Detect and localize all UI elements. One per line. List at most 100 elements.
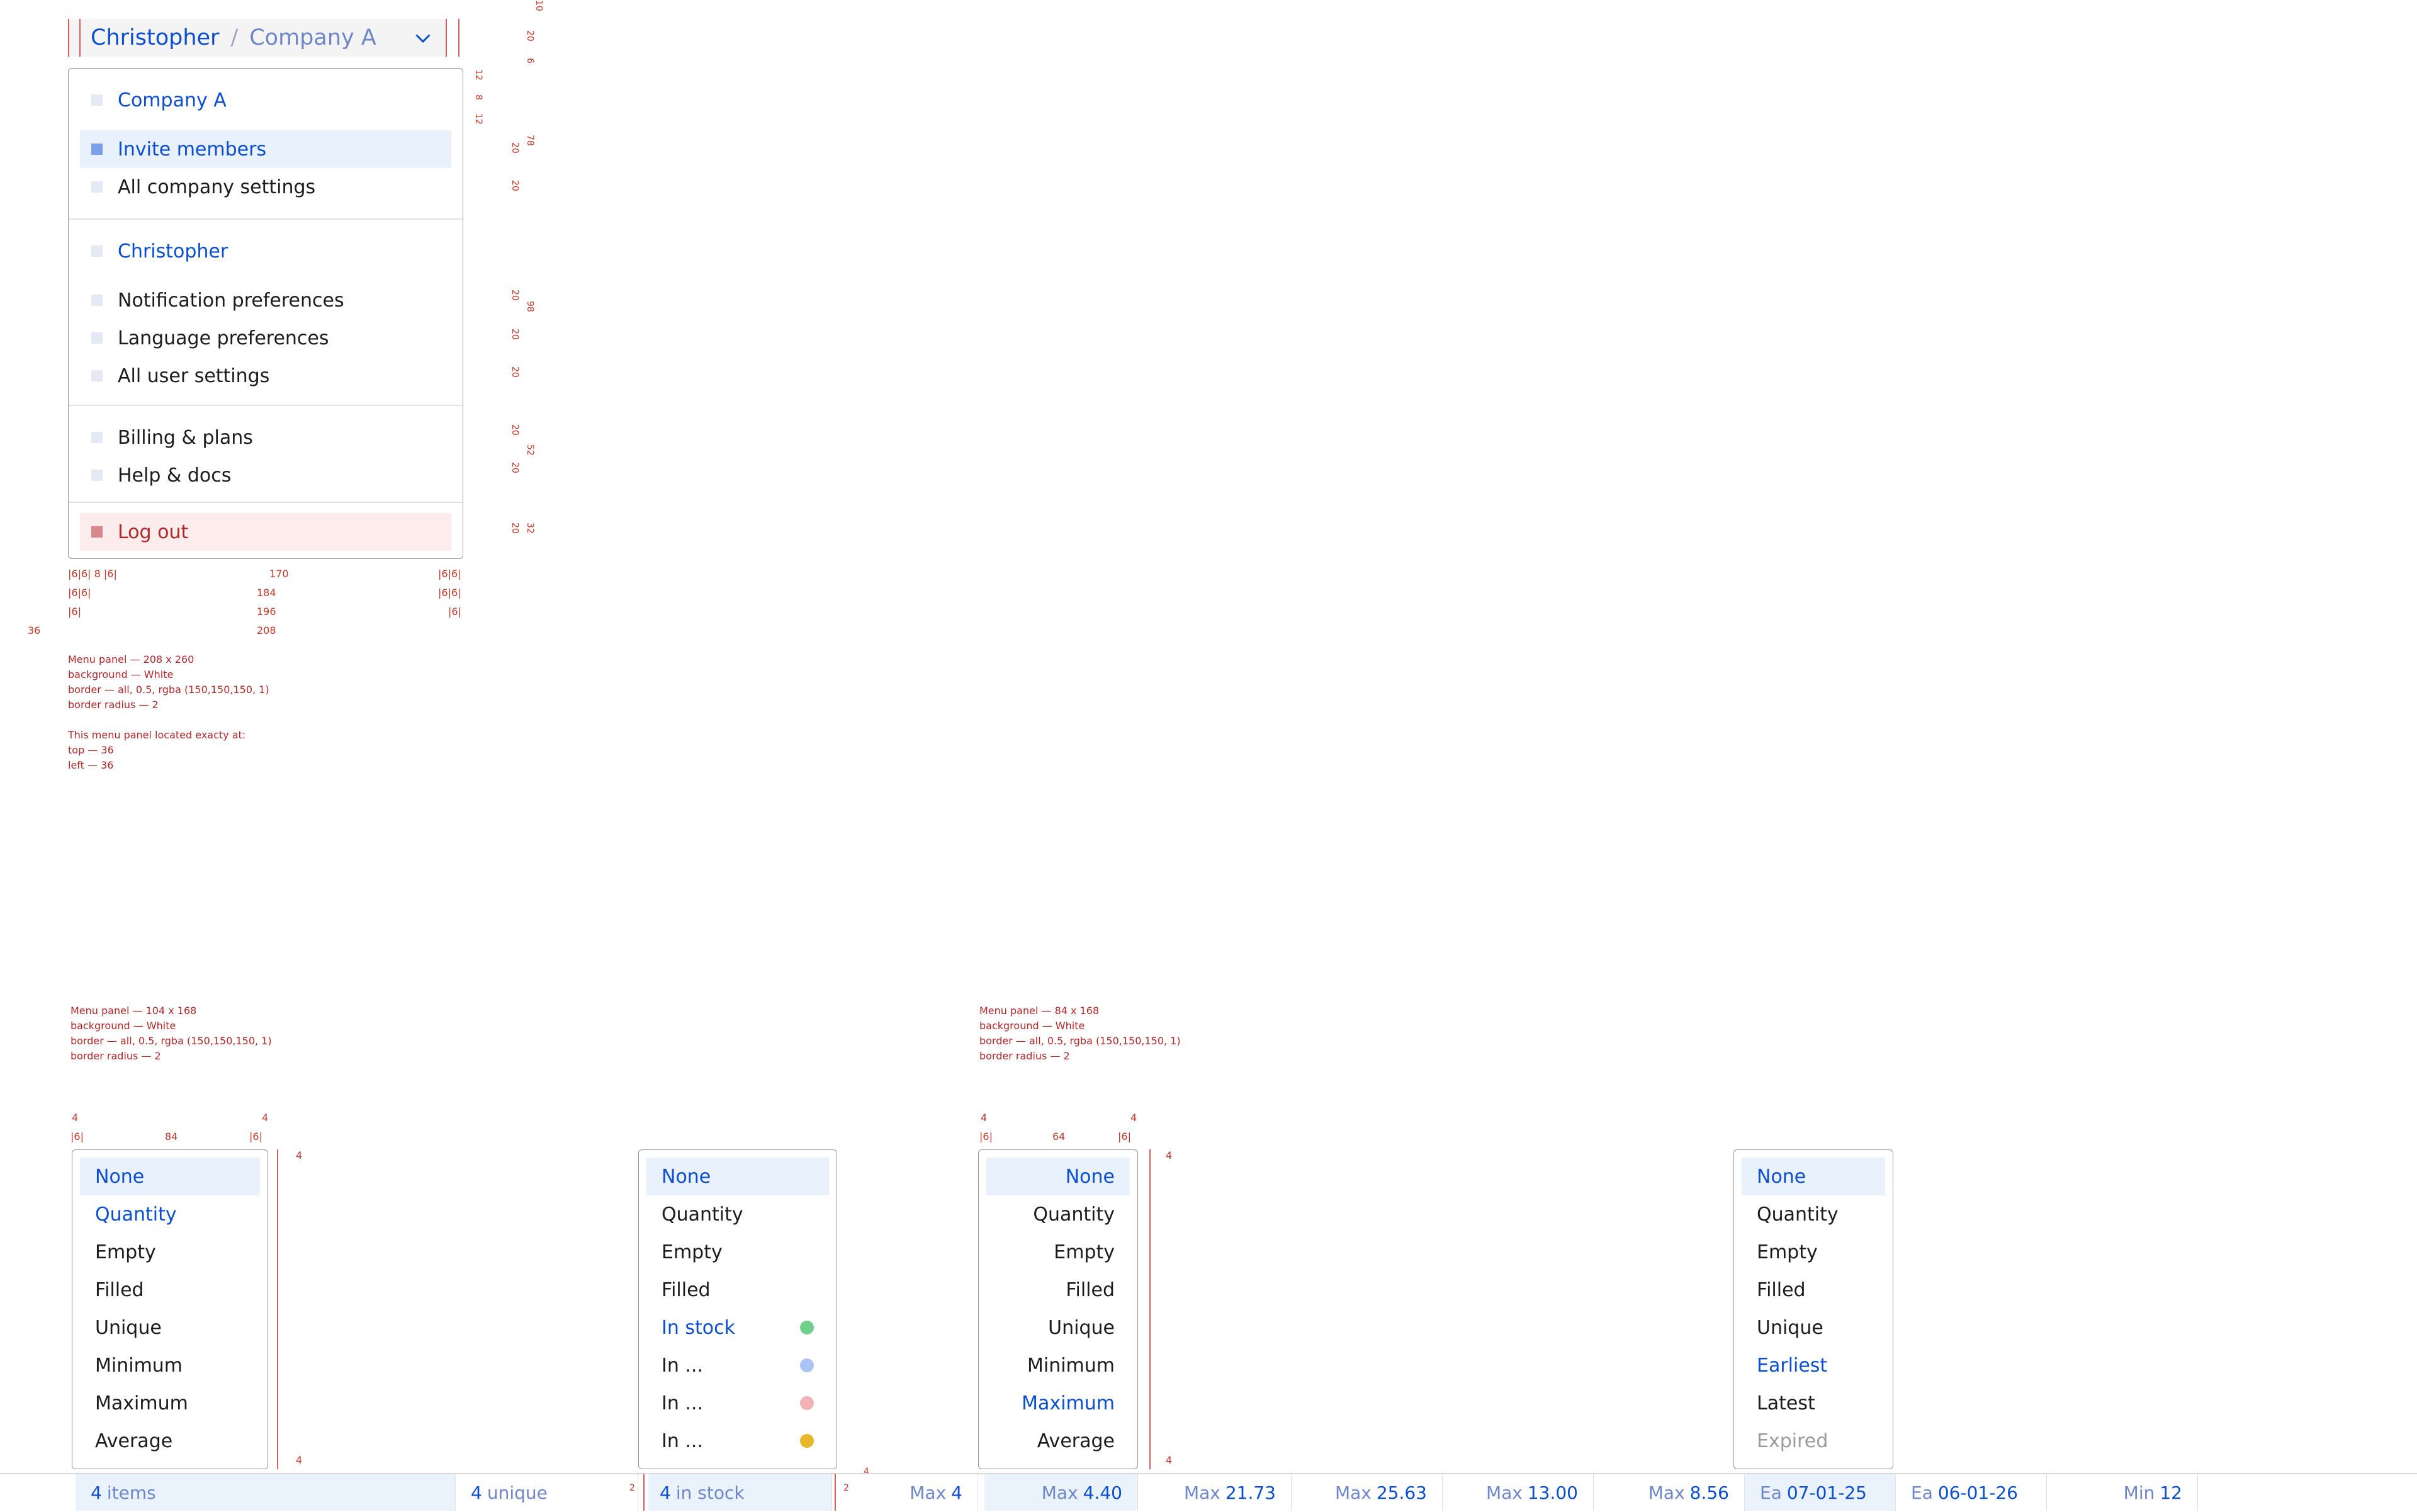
height-annotation: 4 — [296, 1149, 303, 1161]
width-annotation: 184 — [257, 587, 276, 599]
option-minimum[interactable]: Minimum — [80, 1346, 260, 1384]
width-annotation: 170 — [269, 568, 289, 580]
summary-cell-max[interactable]: Max 13.00 — [1443, 1474, 1594, 1511]
invite-members-item[interactable]: Invite members — [80, 130, 451, 168]
status-dot-icon — [800, 1396, 814, 1410]
spec-note-main-panel: Menu panel — 208 x 260 background — Whit… — [68, 653, 269, 771]
height-annotation: 20 — [510, 142, 520, 154]
option-maximum[interactable]: Maximum — [80, 1384, 260, 1422]
divider — [69, 405, 463, 406]
option-filled[interactable]: Filled — [1742, 1271, 1885, 1309]
height-annotation: 20 — [510, 329, 520, 340]
chevron-down-icon — [415, 34, 431, 43]
summary-cell-earliest[interactable]: Ea 07-01-25 — [1745, 1474, 1896, 1511]
option-in-status[interactable]: In ... — [646, 1384, 829, 1422]
aggregate-menu-2: None Quantity Empty Filled In stock In .… — [638, 1149, 837, 1469]
summary-cell-earliest[interactable]: Ea 06-01-26 — [1896, 1474, 2047, 1511]
width-annotation: 4 — [72, 1112, 79, 1124]
option-quantity[interactable]: Quantity — [80, 1195, 260, 1233]
breadcrumb-separator: / — [230, 25, 239, 50]
account-switcher[interactable]: Christopher / Company A — [68, 19, 446, 57]
guide-line — [446, 19, 447, 57]
option-expired[interactable]: Expired — [1742, 1422, 1885, 1460]
option-quantity[interactable]: Quantity — [646, 1195, 829, 1233]
summary-cell-unique[interactable]: 4 unique — [456, 1474, 638, 1511]
summary-cell-items[interactable]: 4 items — [76, 1474, 456, 1511]
option-unique[interactable]: Unique — [986, 1309, 1130, 1346]
settings-icon — [91, 370, 103, 381]
status-dot-icon — [800, 1434, 814, 1448]
option-none[interactable]: None — [986, 1158, 1130, 1195]
option-empty[interactable]: Empty — [986, 1233, 1130, 1271]
option-none[interactable]: None — [80, 1158, 260, 1195]
help-docs-item[interactable]: Help & docs — [80, 456, 451, 494]
guide-line — [79, 19, 81, 57]
logout-item[interactable]: Log out — [80, 513, 451, 551]
height-annotation: 32 — [525, 522, 535, 534]
option-unique[interactable]: Unique — [80, 1309, 260, 1346]
invite-icon — [91, 144, 103, 155]
option-maximum[interactable]: Maximum — [986, 1384, 1130, 1422]
option-minimum[interactable]: Minimum — [986, 1346, 1130, 1384]
height-annotation: 52 — [525, 444, 535, 456]
summary-cell-max[interactable]: Max 21.73 — [1138, 1474, 1292, 1511]
option-empty[interactable]: Empty — [646, 1233, 829, 1271]
width-annotation: 4 — [981, 1112, 988, 1124]
summary-cell-in-stock[interactable]: 4 in stock — [648, 1474, 832, 1511]
option-in-status[interactable]: In ... — [646, 1346, 829, 1384]
option-average[interactable]: Average — [986, 1422, 1130, 1460]
status-dot-icon — [800, 1321, 814, 1334]
summary-cell-min[interactable]: Min 12 — [2047, 1474, 2198, 1511]
summary-cell-max[interactable]: Max 4 — [837, 1474, 978, 1511]
width-annotation: |6|6| — [438, 568, 461, 580]
status-dot-icon — [800, 1358, 814, 1372]
option-none[interactable]: None — [646, 1158, 829, 1195]
option-empty[interactable]: Empty — [1742, 1233, 1885, 1271]
summary-cell-max[interactable]: Max 8.56 — [1594, 1474, 1745, 1511]
company-section-header: Company A — [80, 87, 227, 113]
card-icon — [91, 432, 103, 443]
user-settings-item[interactable]: All user settings — [80, 357, 451, 395]
option-filled[interactable]: Filled — [986, 1271, 1130, 1309]
width-annotation: 196 — [257, 606, 276, 618]
user-name: Christopher — [91, 25, 220, 50]
width-annotation: 4 — [262, 1112, 269, 1124]
summary-cell-max[interactable]: Max 25.63 — [1292, 1474, 1443, 1511]
option-average[interactable]: Average — [80, 1422, 260, 1460]
height-annotation: 78 — [525, 135, 535, 146]
aggregate-menu-1: None Quantity Empty Filled Unique Minimu… — [72, 1149, 268, 1469]
aggregate-menu-4: None Quantity Empty Filled Unique Earlie… — [1733, 1149, 1893, 1469]
width-annotation: |6| — [249, 1131, 262, 1142]
option-latest[interactable]: Latest — [1742, 1384, 1885, 1422]
company-icon — [91, 94, 103, 106]
option-in-status[interactable]: In ... — [646, 1422, 829, 1460]
height-annotation: 10 — [534, 0, 544, 11]
option-filled[interactable]: Filled — [646, 1271, 829, 1309]
logout-icon — [91, 526, 103, 538]
offset-annotation: 36 — [28, 624, 41, 636]
language-preferences-item[interactable]: Language preferences — [80, 319, 451, 357]
summary-cell-max[interactable]: Max 4.40 — [984, 1474, 1138, 1511]
company-settings-item[interactable]: All company settings — [80, 168, 451, 206]
option-filled[interactable]: Filled — [80, 1271, 260, 1309]
width-annotation: |6| — [1118, 1131, 1131, 1142]
option-quantity[interactable]: Quantity — [1742, 1195, 1885, 1233]
billing-plans-item[interactable]: Billing & plans — [80, 419, 451, 456]
option-empty[interactable]: Empty — [80, 1233, 260, 1271]
divider — [69, 502, 463, 503]
option-unique[interactable]: Unique — [1742, 1309, 1885, 1346]
height-annotation: 98 — [525, 301, 535, 312]
globe-icon — [91, 332, 103, 344]
height-annotation: 20 — [510, 462, 520, 473]
notification-preferences-item[interactable]: Notification preferences — [80, 281, 451, 319]
option-in-stock[interactable]: In stock — [646, 1309, 829, 1346]
width-annotation: 64 — [1052, 1131, 1066, 1142]
width-annotation: |6|6| 8 |6| — [68, 568, 117, 580]
option-none[interactable]: None — [1742, 1158, 1885, 1195]
company-name: Company A — [249, 25, 376, 50]
option-earliest[interactable]: Earliest — [1742, 1346, 1885, 1384]
width-annotation: |6| — [68, 606, 81, 618]
width-annotation: |6| — [979, 1131, 993, 1142]
option-quantity[interactable]: Quantity — [986, 1195, 1130, 1233]
width-annotation: |6| — [70, 1131, 84, 1142]
